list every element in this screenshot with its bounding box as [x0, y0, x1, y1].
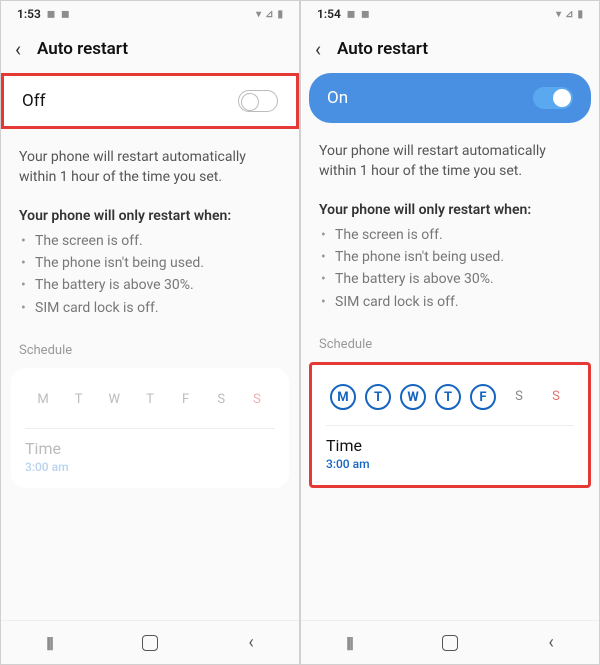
time-label: Time — [25, 439, 275, 458]
schedule-label: Schedule — [1, 329, 299, 364]
time-row[interactable]: Time 3:00 am — [25, 439, 275, 474]
days-row: M T W T F S S — [326, 379, 574, 423]
signal-icon: ⊿ — [265, 9, 273, 20]
header: ‹ Auto restart — [1, 27, 299, 73]
nav-bar: ||| ‹ — [301, 620, 599, 664]
time-label: Time — [326, 436, 574, 455]
day-sat[interactable]: S — [207, 386, 235, 414]
back-icon[interactable]: ‹ — [315, 37, 321, 61]
condition-item: The phone isn't being used. — [35, 252, 281, 274]
nav-recent-icon[interactable]: ||| — [46, 633, 52, 652]
conditions-header: Your phone will only restart when: — [1, 198, 299, 230]
divider — [326, 425, 574, 426]
condition-item: The battery is above 30%. — [335, 268, 581, 290]
day-mon[interactable]: M — [29, 386, 57, 414]
condition-item: SIM card lock is off. — [335, 291, 581, 313]
conditions-header: Your phone will only restart when: — [301, 192, 599, 224]
nav-recent-icon[interactable]: ||| — [346, 633, 352, 652]
condition-item: The screen is off. — [335, 224, 581, 246]
content: Off Your phone will restart automaticall… — [1, 73, 299, 620]
status-icon: ◼ — [347, 9, 355, 20]
header: ‹ Auto restart — [301, 27, 599, 73]
page-title: Auto restart — [337, 39, 428, 59]
status-icon: ◼ — [361, 9, 369, 20]
back-icon[interactable]: ‹ — [15, 37, 21, 61]
master-toggle-row[interactable]: On — [309, 73, 591, 123]
description-text: Your phone will restart automatically wi… — [301, 123, 599, 192]
phone-right: 1:54 ◼ ◼ ▾ ⊿ ▮ ‹ Auto restart On Your ph… — [300, 0, 600, 665]
nav-back-icon[interactable]: ‹ — [248, 632, 253, 653]
conditions-list: The screen is off. The phone isn't being… — [301, 224, 599, 324]
nav-home-icon[interactable] — [442, 635, 458, 651]
day-wed[interactable]: W — [100, 386, 128, 414]
day-sun[interactable]: S — [542, 383, 570, 411]
day-wed[interactable]: W — [400, 384, 426, 410]
toggle-label: Off — [22, 91, 46, 111]
schedule-card: M T W T F S S Time 3:00 am — [309, 362, 591, 488]
description-text: Your phone will restart automatically wi… — [1, 129, 299, 198]
page-title: Auto restart — [37, 39, 128, 59]
conditions-list: The screen is off. The phone isn't being… — [1, 230, 299, 330]
day-sat[interactable]: S — [505, 383, 533, 411]
wifi-icon: ▾ — [256, 9, 261, 20]
time-value: 3:00 am — [25, 460, 275, 474]
toggle-switch[interactable] — [238, 90, 278, 112]
toggle-switch[interactable] — [533, 87, 573, 109]
day-thu[interactable]: T — [435, 384, 461, 410]
condition-item: SIM card lock is off. — [35, 297, 281, 319]
status-time: 1:53 — [17, 7, 41, 21]
day-sun[interactable]: S — [243, 386, 271, 414]
time-value: 3:00 am — [326, 457, 574, 471]
status-time: 1:54 — [317, 7, 341, 21]
content: On Your phone will restart automatically… — [301, 73, 599, 620]
day-tue[interactable]: T — [65, 386, 93, 414]
condition-item: The screen is off. — [35, 230, 281, 252]
condition-item: The battery is above 30%. — [35, 274, 281, 296]
status-bar: 1:54 ◼ ◼ ▾ ⊿ ▮ — [301, 1, 599, 27]
status-icon: ◼ — [47, 9, 55, 20]
days-row: M T W T F S S — [25, 382, 275, 426]
day-thu[interactable]: T — [136, 386, 164, 414]
master-toggle-row[interactable]: Off — [1, 73, 299, 129]
status-icon: ◼ — [61, 9, 69, 20]
phone-left: 1:53 ◼ ◼ ▾ ⊿ ▮ ‹ Auto restart Off Your p… — [0, 0, 300, 665]
day-tue[interactable]: T — [365, 384, 391, 410]
battery-icon: ▮ — [577, 9, 583, 20]
nav-back-icon[interactable]: ‹ — [548, 632, 553, 653]
nav-home-icon[interactable] — [142, 635, 158, 651]
divider — [25, 428, 275, 429]
battery-icon: ▮ — [277, 9, 283, 20]
wifi-icon: ▾ — [556, 9, 561, 20]
schedule-card: M T W T F S S Time 3:00 am — [11, 368, 289, 488]
toggle-label: On — [327, 88, 348, 108]
day-fri[interactable]: F — [470, 384, 496, 410]
signal-icon: ⊿ — [565, 9, 573, 20]
time-row[interactable]: Time 3:00 am — [326, 436, 574, 471]
day-fri[interactable]: F — [172, 386, 200, 414]
condition-item: The phone isn't being used. — [335, 246, 581, 268]
schedule-label: Schedule — [301, 323, 599, 358]
nav-bar: ||| ‹ — [1, 620, 299, 664]
day-mon[interactable]: M — [330, 384, 356, 410]
status-bar: 1:53 ◼ ◼ ▾ ⊿ ▮ — [1, 1, 299, 27]
